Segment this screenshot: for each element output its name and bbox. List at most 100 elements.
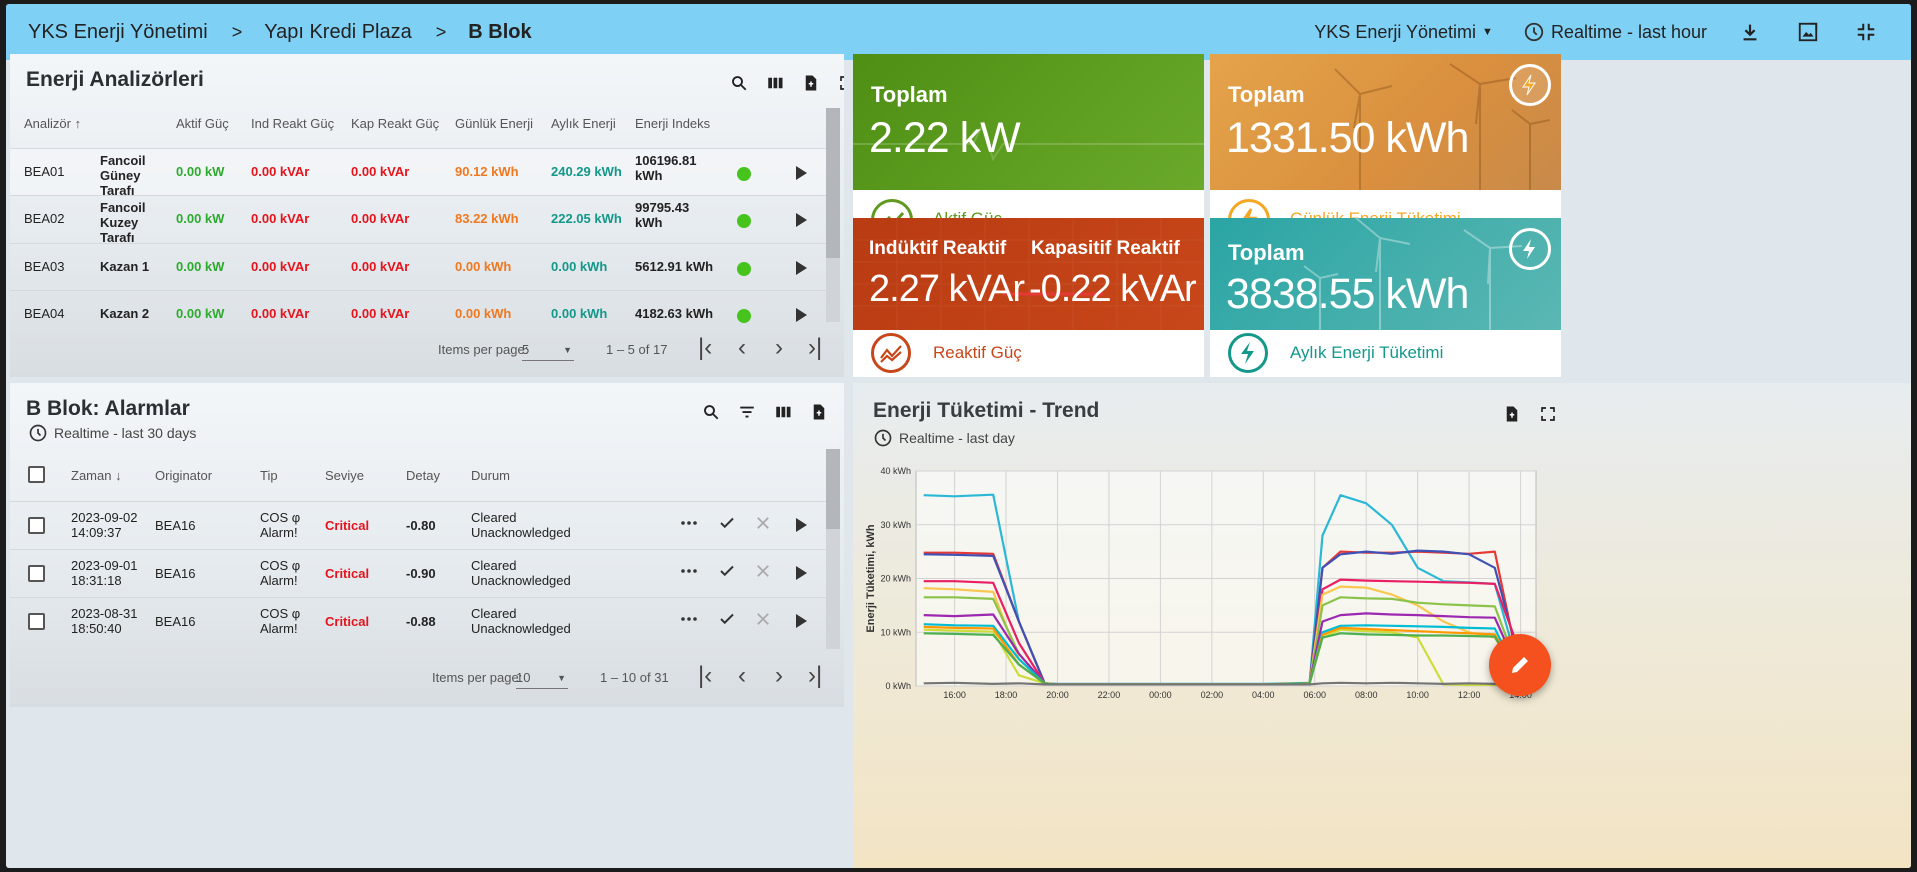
x-tick-label: 02:00 [1201,690,1224,700]
items-per-page-select[interactable]: 5 ▼ [522,342,574,361]
timewindow-label: Realtime - last hour [1550,21,1707,42]
breadcrumb-site[interactable]: Yapı Kredi Plaza [242,21,412,44]
filter-icon[interactable] [736,401,758,423]
top-toolbar: YKS Enerji Yönetimi > Yapı Kredi Plaza >… [6,4,1911,60]
col-header-seviye[interactable]: Seviye [325,468,364,483]
columns-icon[interactable] [764,72,786,94]
alarm-type: COS φ Alarm! [260,510,301,540]
page-range: 1 – 10 of 31 [600,670,669,685]
col-header-originator[interactable]: Originator [155,468,212,483]
alarm-type: COS φ Alarm! [260,606,301,636]
alarm-time: 2023-09-01 18:31:18 [71,558,138,588]
search-icon[interactable] [728,72,750,94]
card-value: 3838.55 kWh [1226,270,1469,318]
card-value-capacitive: -0.22 kVAr [1029,268,1197,310]
row-checkbox[interactable] [28,613,45,630]
card-title-inductive: Indüktif Reaktif [869,238,1007,259]
play-icon[interactable] [796,308,807,322]
col-header-kap[interactable]: Kap Reakt Güç [351,116,439,131]
clear-icon[interactable] [754,610,772,633]
trend-icon [871,333,911,373]
clear-icon[interactable] [754,562,772,585]
col-header-durum[interactable]: Durum [471,468,510,483]
card-aylik-enerji[interactable]: Toplam 3838.55 kWh Aylık Enerji Tüketimi [1210,218,1561,377]
col-header-gunluk[interactable]: Günlük Enerji [455,116,533,131]
first-page-icon[interactable]: |‹ [698,662,712,690]
export-file-icon[interactable] [800,72,822,94]
alarm-status: Cleared Unacknowledged [471,558,571,588]
alarm-status: Cleared Unacknowledged [471,606,571,636]
prev-page-icon[interactable]: ‹ [738,662,746,690]
play-icon[interactable] [796,518,807,532]
more-icon[interactable] [680,514,698,537]
caret-down-icon: ▼ [557,673,566,683]
acknowledge-icon[interactable] [718,514,736,537]
fullscreen-icon[interactable] [836,72,844,94]
scrollbar[interactable] [826,449,840,649]
dashboard-select[interactable]: YKS Enerji Yönetimi ▼ [1314,22,1493,43]
play-icon[interactable] [796,213,807,227]
aylik-enerji-value: 222.05 kWh [551,211,622,226]
acknowledge-icon[interactable] [718,562,736,585]
select-all-checkbox[interactable] [28,466,45,483]
more-icon[interactable] [680,562,698,585]
last-page-icon[interactable]: ›| [808,334,822,362]
play-icon[interactable] [796,614,807,628]
col-header-indeks[interactable]: Enerji Indeks [635,116,710,131]
play-icon[interactable] [796,166,807,180]
columns-icon[interactable] [772,401,794,423]
next-page-icon[interactable]: › [775,662,783,690]
col-header-zaman[interactable]: Zaman ↓ [71,468,122,483]
col-header-aktif[interactable]: Aktif Güç [176,116,229,131]
alarm-severity: Critical [325,566,370,581]
x-tick-label: 10:00 [1406,690,1429,700]
y-tick-label: 40 kWh [880,466,911,476]
edit-fab-button[interactable] [1489,634,1551,696]
analyzers-panel: Enerji Analizörleri Analizör ↑ Aktif Güç… [10,54,844,377]
prev-page-icon[interactable]: ‹ [738,334,746,362]
trend-chart[interactable]: 0 kWh 10 kWh 20 kWh 30 kWh 40 kWh 16:00 18:00 2… [853,383,1911,868]
next-page-icon[interactable]: › [775,334,783,362]
gunluk-enerji-value: 83.22 kWh [455,211,519,226]
breadcrumb-root[interactable]: YKS Enerji Yönetimi [6,21,208,44]
analyzer-id: BEA03 [24,259,65,274]
acknowledge-icon[interactable] [718,610,736,633]
col-header-detay[interactable]: Detay [406,468,440,483]
row-checkbox[interactable] [28,517,45,534]
download-icon[interactable] [1737,19,1763,45]
more-icon[interactable] [680,610,698,633]
timewindow-button[interactable]: Realtime - last hour [1523,21,1707,43]
alarm-type: COS φ Alarm! [260,558,301,588]
first-page-icon[interactable]: |‹ [698,334,712,362]
kap-reakt-value: 0.00 kVAr [351,164,410,179]
row-checkbox[interactable] [28,565,45,582]
play-icon[interactable] [796,566,807,580]
last-page-icon[interactable]: ›| [808,662,822,690]
export-image-icon[interactable] [1795,19,1821,45]
clear-icon[interactable] [754,514,772,537]
ind-reakt-value: 0.00 kVAr [251,306,310,321]
col-header-analizor[interactable]: Analizör ↑ [24,116,81,131]
x-tick-label: 22:00 [1098,690,1121,700]
alarms-timewindow[interactable]: Realtime - last 30 days [28,423,196,443]
lightning-icon [1509,64,1551,106]
lightning-icon [1228,333,1268,373]
items-per-page-select[interactable]: 10 ▼ [516,670,568,689]
exit-fullscreen-icon[interactable] [1853,19,1879,45]
col-header-aylik[interactable]: Aylık Enerji [551,116,616,131]
col-header-tip[interactable]: Tip [260,468,278,483]
alarm-originator: BEA16 [155,518,196,533]
col-header-ind[interactable]: Ind Reakt Güç [251,116,334,131]
export-file-icon[interactable] [808,401,830,423]
alarm-status: Cleared Unacknowledged [471,510,571,540]
dashboard-frame: YKS Enerji Yönetimi > Yapı Kredi Plaza >… [6,4,1911,868]
play-icon[interactable] [796,261,807,275]
card-reaktif-guc[interactable]: Indüktif Reaktif 2.27 kVAr Kapasitif Rea… [853,218,1204,377]
search-icon[interactable] [700,401,722,423]
ind-reakt-value: 0.00 kVAr [251,211,310,226]
items-per-page-label: Items per page: [438,342,529,357]
x-tick-label: 08:00 [1355,690,1378,700]
card-title-capacitive: Kapasitif Reaktif [1031,238,1180,259]
clock-icon [29,424,47,442]
scrollbar[interactable] [826,108,840,322]
